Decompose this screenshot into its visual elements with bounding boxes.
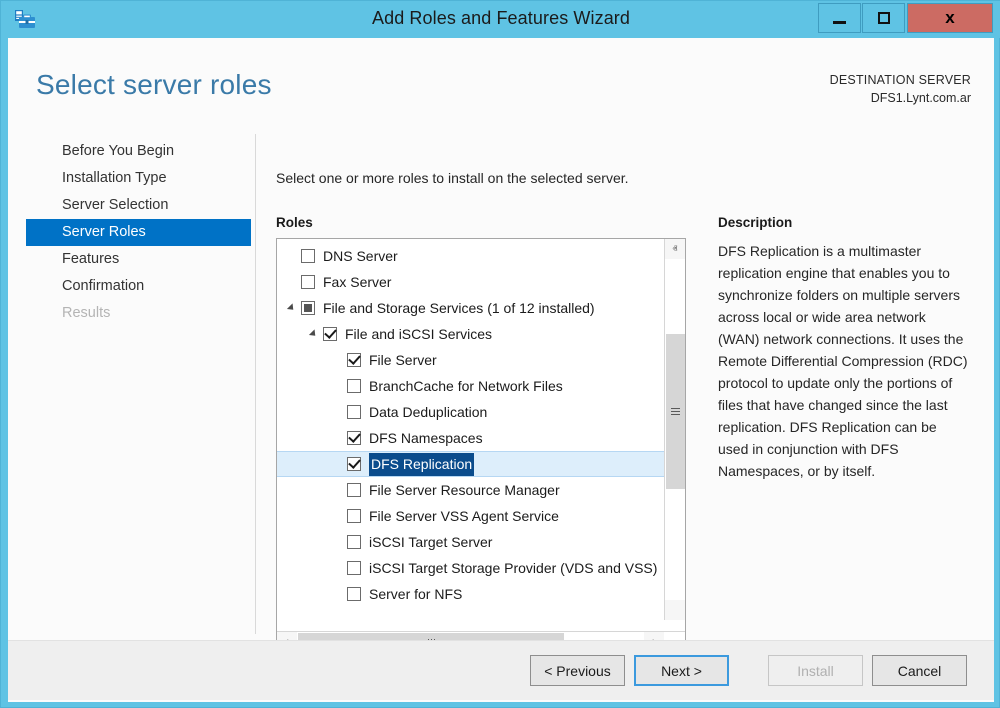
tree-expander-icon[interactable] [307,321,319,347]
nav-item-before-you-begin[interactable]: Before You Begin [26,138,251,165]
description-title: Description [718,215,792,230]
role-label: Server for NFS [369,584,462,604]
role-label: File Server Resource Manager [369,480,560,500]
role-checkbox[interactable] [347,353,361,367]
role-label: File and Storage Services (1 of 12 insta… [323,298,595,318]
scroll-up-icon[interactable]: ⱏ [665,239,685,259]
roles-list-viewport: DNS Server Fax Server File and Storage S… [277,239,665,620]
wizard-window: Add Roles and Features Wizard x Select s… [0,0,1000,708]
wizard-navigation: Before You Begin Installation Type Serve… [26,138,251,327]
role-label: File Server [369,350,437,370]
scroll-grip-icon [671,408,680,409]
tree-expander-icon[interactable] [285,295,297,321]
role-row[interactable]: File Server [277,347,665,373]
role-checkbox[interactable] [347,457,361,471]
role-checkbox[interactable] [347,587,361,601]
minimize-icon [833,21,846,24]
next-button[interactable]: Next > [634,655,729,686]
role-checkbox[interactable] [301,301,315,315]
role-row[interactable]: iSCSI Target Server [277,529,665,555]
navigation-divider [255,134,256,634]
role-label: Fax Server [323,272,391,292]
role-label: File Server VSS Agent Service [369,506,559,526]
wizard-footer: < Previous Next > Install Cancel [8,640,994,700]
nav-item-features[interactable]: Features [26,246,251,273]
role-checkbox[interactable] [347,561,361,575]
roles-list-box: DNS Server Fax Server File and Storage S… [276,238,686,653]
destination-server-value: DFS1.Lynt.com.ar [830,89,971,107]
role-label: DFS Namespaces [369,428,483,448]
role-row[interactable]: Data Deduplication [277,399,665,425]
roles-section-label: Roles [276,215,313,230]
maximize-icon [878,12,890,24]
roles-list: DNS Server Fax Server File and Storage S… [277,243,665,607]
nav-item-server-selection[interactable]: Server Selection [26,192,251,219]
role-checkbox[interactable] [347,379,361,393]
page-title: Select server roles [36,69,272,101]
role-checkbox[interactable] [347,535,361,549]
nav-item-server-roles[interactable]: Server Roles [26,219,251,246]
role-row[interactable]: iSCSI Target Storage Provider (VDS and V… [277,555,665,581]
nav-item-results: Results [26,300,251,327]
maximize-button[interactable] [862,3,905,33]
role-label: DNS Server [323,246,398,266]
close-button[interactable]: x [907,3,993,33]
vertical-scroll-thumb[interactable] [666,334,685,489]
wizard-client-area: Select server roles DESTINATION SERVER D… [8,38,994,702]
role-row[interactable]: DNS Server [277,243,665,269]
cancel-button[interactable]: Cancel [872,655,967,686]
role-label: File and iSCSI Services [345,324,492,344]
role-row[interactable]: File Server VSS Agent Service [277,503,665,529]
role-label: DFS Replication [369,453,474,476]
role-checkbox[interactable] [347,405,361,419]
role-checkbox[interactable] [301,275,315,289]
role-checkbox[interactable] [347,509,361,523]
nav-item-installation-type[interactable]: Installation Type [26,165,251,192]
role-checkbox[interactable] [323,327,337,341]
description-body: DFS Replication is a multimaster replica… [718,241,968,483]
destination-server-block: DESTINATION SERVER DFS1.Lynt.com.ar [830,71,971,107]
previous-button[interactable]: < Previous [530,655,625,686]
role-checkbox[interactable] [347,483,361,497]
role-checkbox[interactable] [347,431,361,445]
role-row[interactable]: Server for NFS [277,581,665,607]
nav-item-confirmation[interactable]: Confirmation [26,273,251,300]
destination-server-label: DESTINATION SERVER [830,71,971,89]
role-row[interactable]: File and iSCSI Services [277,321,665,347]
role-label: iSCSI Target Storage Provider (VDS and V… [369,558,657,578]
roles-vertical-scrollbar[interactable]: ⱏ ⱟ [664,239,685,620]
install-button: Install [768,655,863,686]
role-label: BranchCache for Network Files [369,376,563,396]
role-row[interactable]: BranchCache for Network Files [277,373,665,399]
role-checkbox[interactable] [301,249,315,263]
role-row[interactable]: DFS Namespaces [277,425,665,451]
role-row-selected[interactable]: DFS Replication [277,451,665,477]
role-label: Data Deduplication [369,402,487,422]
title-bar: Add Roles and Features Wizard x [1,1,1000,38]
role-row[interactable]: Fax Server [277,269,665,295]
minimize-button[interactable] [818,3,861,33]
instruction-text: Select one or more roles to install on t… [276,170,629,186]
role-row[interactable]: File and Storage Services (1 of 12 insta… [277,295,665,321]
role-label: iSCSI Target Server [369,532,492,552]
scroll-down-icon[interactable]: ⱟ [665,600,685,620]
role-row[interactable]: File Server Resource Manager [277,477,665,503]
